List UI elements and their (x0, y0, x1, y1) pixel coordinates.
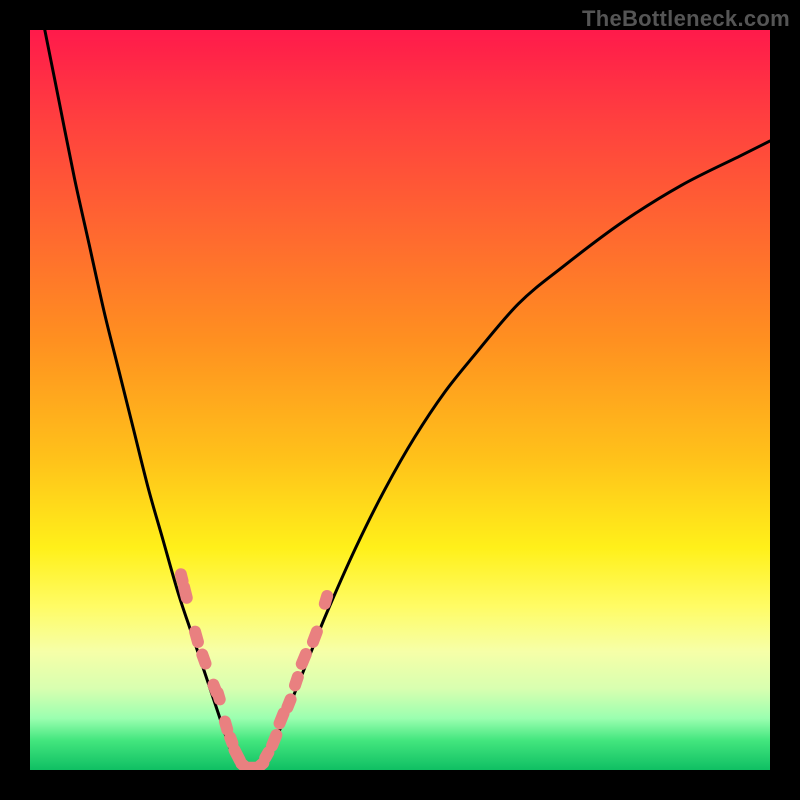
watermark-text: TheBottleneck.com (582, 6, 790, 32)
markers-group (174, 567, 335, 770)
curves-group (45, 30, 770, 770)
plot-area (30, 30, 770, 770)
plot-svg (30, 30, 770, 770)
data-marker (188, 624, 206, 649)
left-curve (45, 30, 245, 770)
chart-container: TheBottleneck.com (0, 0, 800, 800)
data-marker (317, 588, 334, 611)
right-curve (259, 141, 770, 770)
